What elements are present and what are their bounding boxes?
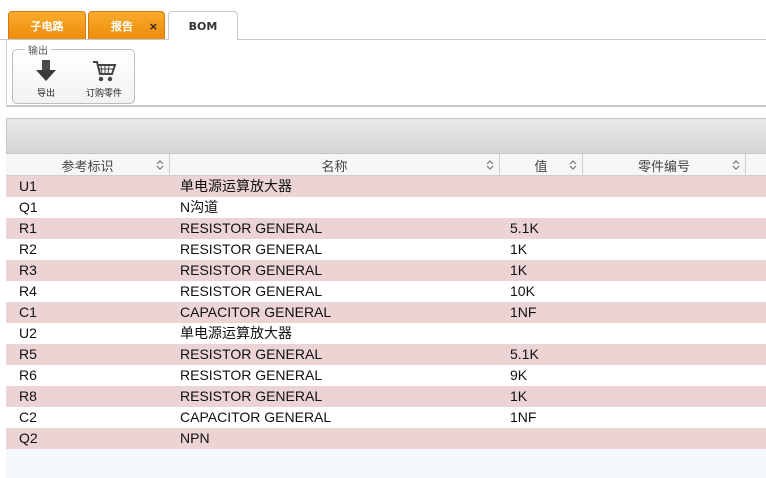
shopping-cart-icon bbox=[93, 61, 117, 82]
table-row[interactable]: Q2 NPN bbox=[6, 428, 766, 449]
cell-value: 1K bbox=[510, 262, 528, 278]
download-arrow-icon bbox=[36, 60, 56, 81]
close-icon[interactable]: × bbox=[149, 21, 158, 32]
cell-ref: Q2 bbox=[19, 430, 38, 446]
cell-ref: R6 bbox=[19, 367, 37, 383]
table-row[interactable]: R6 RESISTOR GENERAL 9K bbox=[6, 365, 766, 386]
cell-name: NPN bbox=[180, 430, 210, 446]
sort-icon bbox=[732, 160, 740, 170]
bom-window: 子电路 报告 × BOM 输出 导出 订购零件 参考标识 名称 值 零件编号 U… bbox=[0, 0, 766, 478]
cell-name: 单电源运算放大器 bbox=[180, 178, 292, 194]
cell-value: 5.1K bbox=[510, 220, 539, 236]
cell-name: RESISTOR GENERAL bbox=[180, 262, 323, 278]
cell-value: 9K bbox=[510, 367, 528, 383]
cell-value: 1NF bbox=[510, 409, 537, 425]
cell-name: 单电源运算放大器 bbox=[180, 325, 292, 341]
table-row[interactable]: U1 单电源运算放大器 bbox=[6, 176, 766, 197]
grid-empty-area bbox=[6, 449, 766, 478]
cell-value: 1NF bbox=[510, 304, 537, 320]
export-label: 导出 bbox=[36, 89, 55, 99]
cell-value: 10K bbox=[510, 283, 535, 299]
tab-report-label: 报告 bbox=[111, 20, 133, 33]
table-row[interactable]: Q1 N沟道 bbox=[6, 197, 766, 218]
cell-value: 1K bbox=[510, 388, 528, 404]
sort-icon bbox=[486, 160, 494, 170]
tab-bar: 子电路 报告 × BOM bbox=[0, 0, 766, 41]
cell-ref: C2 bbox=[19, 409, 37, 425]
cell-name: N沟道 bbox=[180, 199, 219, 215]
cell-name: RESISTOR GENERAL bbox=[180, 388, 323, 404]
sort-icon bbox=[569, 160, 577, 170]
export-button[interactable]: 导出 bbox=[29, 59, 63, 101]
column-header-value-label: 值 bbox=[534, 159, 548, 175]
cell-value: 1K bbox=[510, 241, 528, 257]
cell-ref: Q1 bbox=[19, 199, 38, 215]
cell-ref: R8 bbox=[19, 388, 37, 404]
table-row[interactable]: R2 RESISTOR GENERAL 1K bbox=[6, 239, 766, 260]
column-header-name-label: 名称 bbox=[321, 159, 348, 175]
cell-name: RESISTOR GENERAL bbox=[180, 346, 323, 362]
column-header-ref-label: 参考标识 bbox=[61, 159, 114, 175]
column-header-value[interactable]: 值 bbox=[500, 154, 583, 176]
cell-ref: R4 bbox=[19, 283, 37, 299]
ribbon-toolbar: 输出 导出 订购零件 bbox=[6, 40, 766, 107]
column-header-part-number[interactable]: 零件编号 bbox=[583, 154, 746, 176]
cell-ref: R5 bbox=[19, 346, 37, 362]
cell-name: RESISTOR GENERAL bbox=[180, 241, 323, 257]
table-row[interactable]: C1 CAPACITOR GENERAL 1NF bbox=[6, 302, 766, 323]
output-group: 输出 导出 订购零件 bbox=[12, 42, 135, 104]
tab-bom-label: BOM bbox=[188, 20, 218, 33]
tab-subcircuit[interactable]: 子电路 bbox=[8, 11, 86, 40]
column-header-ref[interactable]: 参考标识 bbox=[6, 154, 170, 176]
tab-bom[interactable]: BOM bbox=[168, 11, 238, 41]
column-header-part-number-label: 零件编号 bbox=[637, 159, 690, 175]
cell-ref: U1 bbox=[19, 178, 37, 194]
table-row[interactable]: R1 RESISTOR GENERAL 5.1K bbox=[6, 218, 766, 239]
tab-report[interactable]: 报告 × bbox=[88, 11, 165, 40]
grid-header: 参考标识 名称 值 零件编号 bbox=[6, 154, 766, 176]
order-parts-label: 订购零件 bbox=[85, 89, 122, 99]
table-row[interactable]: R4 RESISTOR GENERAL 10K bbox=[6, 281, 766, 302]
grid-toolbar bbox=[6, 118, 766, 154]
cell-name: RESISTOR GENERAL bbox=[180, 367, 323, 383]
table-row[interactable]: U2 单电源运算放大器 bbox=[6, 323, 766, 344]
tab-subcircuit-label: 子电路 bbox=[30, 20, 64, 33]
sort-icon bbox=[156, 160, 164, 170]
column-header-name[interactable]: 名称 bbox=[170, 154, 500, 176]
table-row[interactable]: R3 RESISTOR GENERAL 1K bbox=[6, 260, 766, 281]
output-group-title: 输出 bbox=[25, 42, 51, 57]
cell-ref: R1 bbox=[19, 220, 37, 236]
cell-name: CAPACITOR GENERAL bbox=[180, 409, 332, 425]
cell-name: RESISTOR GENERAL bbox=[180, 220, 323, 236]
order-parts-button[interactable]: 订购零件 bbox=[79, 59, 129, 101]
table-row[interactable]: R5 RESISTOR GENERAL 5.1K bbox=[6, 344, 766, 365]
cell-name: CAPACITOR GENERAL bbox=[180, 304, 332, 320]
table-row[interactable]: R8 RESISTOR GENERAL 1K bbox=[6, 386, 766, 407]
cell-name: RESISTOR GENERAL bbox=[180, 283, 323, 299]
cell-ref: U2 bbox=[19, 325, 37, 341]
cell-ref: R3 bbox=[19, 262, 37, 278]
cell-ref: R2 bbox=[19, 241, 37, 257]
table-row[interactable]: C2 CAPACITOR GENERAL 1NF bbox=[6, 407, 766, 428]
cell-ref: C1 bbox=[19, 304, 37, 320]
cell-value: 5.1K bbox=[510, 346, 539, 362]
